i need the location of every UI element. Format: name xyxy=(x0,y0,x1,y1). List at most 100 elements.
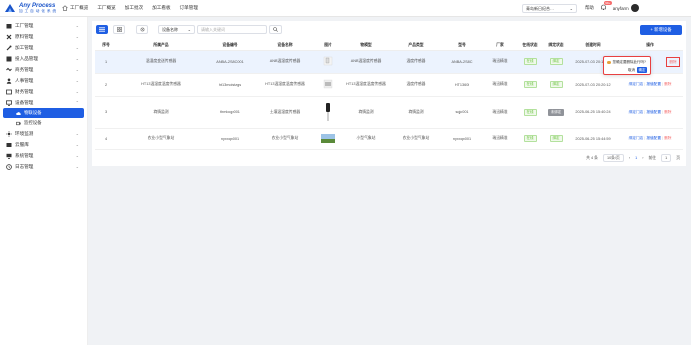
nav-orders[interactable]: 订单管理 xyxy=(180,5,198,11)
sidebar-item-material[interactable]: 原料管理 ⌄ xyxy=(0,31,87,42)
bind-store-link[interactable]: 绑定门店 xyxy=(629,136,644,140)
site-select[interactable]: 青岛新日纪合… ⌄ xyxy=(522,4,577,13)
cell-no: 2 xyxy=(95,73,117,97)
cell-actions: 绑定门店|报值配置|删除 xyxy=(617,73,683,97)
help-link[interactable]: 帮助 xyxy=(585,5,594,11)
list-view-button[interactable] xyxy=(96,25,108,34)
table-row[interactable]: 1 温湿度变送传感器 ANBA-2S8C001 ANB温湿度传感器 ANB温湿度… xyxy=(95,50,683,74)
cell-code: ANBA-2S8C001 xyxy=(205,50,255,74)
top-bar: Any Process 加 工 自 动 化 系 统 工厂概览 工厂概览 加工批次… xyxy=(0,0,691,17)
sidebar-item-label: 云服库 xyxy=(15,141,29,147)
sidebar-subitem-iot-devices[interactable]: 物联设备 xyxy=(3,108,84,118)
status-badge: 在线 xyxy=(523,58,537,65)
cell-ptype: 温度传感器 xyxy=(391,50,441,74)
cell-code: thmloqp001 xyxy=(205,96,255,129)
column-header: 图片 xyxy=(315,41,341,51)
column-header: 物模型 xyxy=(341,41,391,51)
column-header: 操作 xyxy=(617,41,683,51)
gear-icon xyxy=(140,27,144,32)
add-device-button[interactable]: + 新增设备 xyxy=(640,25,682,35)
page-size-select[interactable]: 10条/页 xyxy=(602,154,624,162)
status-badge: 在线 xyxy=(523,81,537,88)
delete-link[interactable]: 删除 xyxy=(669,60,676,65)
nav-factory-overview-home[interactable]: 工厂概览 xyxy=(62,5,88,11)
sidebar-item-business[interactable]: 商务管理 ⌄ xyxy=(0,64,87,75)
app-logo[interactable]: Any Process 加 工 自 动 化 系 统 xyxy=(4,2,57,14)
popover-message-text: 您确定要删除此行吗? xyxy=(612,60,646,64)
popover-ok-button[interactable]: 确定 xyxy=(637,67,647,73)
cell-time: 2025-07-03 20:20:12 xyxy=(569,73,617,97)
notifications[interactable]: 99+ xyxy=(600,1,612,12)
user-menu[interactable]: anyfarm xyxy=(613,4,639,12)
sidebar-item-environment[interactable]: 环境监测 ⌄ xyxy=(0,128,87,139)
sidebar-item-label: 财务管理 xyxy=(15,88,34,94)
delete-link[interactable]: 删除 xyxy=(664,110,671,114)
site-select-value: 青岛新日纪合… xyxy=(526,5,554,11)
cell-image xyxy=(315,73,341,97)
cell-actions: 绑定门店|报值配置|删除 xyxy=(617,96,683,129)
sidebar-item-label: 人事管理 xyxy=(15,77,34,83)
search-input[interactable]: 请输入关键词 xyxy=(197,25,267,34)
sidebar-item-system[interactable]: 系统管理 ⌄ xyxy=(0,150,87,161)
env-icon xyxy=(6,130,12,137)
sidebar-item-hr[interactable]: 人事管理 ⌄ xyxy=(0,75,87,86)
separator: | xyxy=(662,109,664,114)
sidebar-item-cloud[interactable]: 云服库 ⌄ xyxy=(0,139,87,150)
table-row[interactable]: 4 农业小型气象站 nyxxqx001 农业小型气象站 小型气象站 农业小型气象… xyxy=(95,128,683,150)
sidebar-item-devices[interactable]: 设备管理 ⌃ xyxy=(0,97,87,108)
cell-ptype: 农业小型气象站 xyxy=(391,128,441,150)
table-row[interactable]: 3 墒情监测 thmloqp001 土壤温湿度传感器 墒情监测 墒情监测 sqj… xyxy=(95,96,683,129)
sidebar-item-inputs[interactable]: 投入品管理 ⌄ xyxy=(0,53,87,64)
sidebar-item-label: 环境监测 xyxy=(15,130,34,136)
sidebar-item-processing[interactable]: 加工管理 ⌄ xyxy=(0,42,87,53)
popover-cancel-button[interactable]: 取消 xyxy=(628,68,635,73)
column-header: 设备名称 xyxy=(255,41,315,51)
delete-link-highlighted[interactable]: 删除 xyxy=(666,57,680,67)
cell-maker: 瑞迅精准 xyxy=(483,50,517,74)
nav-board[interactable]: 加工看板 xyxy=(152,5,170,11)
grid-view-button[interactable] xyxy=(113,25,125,34)
delete-link[interactable]: 删除 xyxy=(664,82,671,86)
cell-maker: 瑞迅精准 xyxy=(483,73,517,97)
goto-input[interactable]: 1 xyxy=(661,154,672,162)
next-page-button[interactable]: › xyxy=(642,156,643,160)
cell-model: ANB温湿度传感器 xyxy=(341,50,391,74)
top-nav: 工厂概览 工厂概览 加工批次 加工看板 订单管理 xyxy=(62,5,198,11)
cell-model: 墒情监测 xyxy=(341,96,391,129)
config-link[interactable]: 报值配置 xyxy=(646,136,661,140)
status-badge: 绑定 xyxy=(549,81,563,88)
cell-type: nyxxqx001 xyxy=(441,128,483,150)
search-field-select[interactable]: 设备名称 ⌄ xyxy=(158,25,195,34)
box-icon xyxy=(6,56,12,61)
nav-batches[interactable]: 加工批次 xyxy=(125,5,143,11)
prev-page-button[interactable]: ‹ xyxy=(629,156,630,160)
status-badge: 在线 xyxy=(523,108,537,116)
column-header: 所属产品 xyxy=(117,41,205,51)
nav-factory-overview[interactable]: 工厂概览 xyxy=(97,5,115,11)
cloud-icon xyxy=(6,142,12,147)
page-number[interactable]: 1 xyxy=(635,156,637,160)
column-header: 序号 xyxy=(95,41,117,51)
search-button[interactable] xyxy=(269,25,282,34)
sidebar-item-factory[interactable]: 工厂管理 ⌄ xyxy=(0,20,87,31)
bind-store-link[interactable]: 绑定门店 xyxy=(629,82,644,86)
cell-product: HT13温湿度温度传感器 xyxy=(117,73,205,97)
delete-link[interactable]: 删除 xyxy=(664,136,671,140)
wallet-icon xyxy=(6,89,12,94)
cell-product: 墒情监测 xyxy=(117,96,205,129)
sidebar-item-finance[interactable]: 财务管理 ⌄ xyxy=(0,86,87,97)
logo-icon xyxy=(5,4,15,12)
config-link[interactable]: 报值配置 xyxy=(646,110,661,114)
sidebar-item-logs[interactable]: 日志管理 ⌄ xyxy=(0,161,87,172)
cell-type: ANBA-2S8C xyxy=(441,50,483,74)
bell-icon xyxy=(600,4,606,10)
sidebar-subitem-monitor-devices[interactable]: 监控设备 xyxy=(0,118,87,128)
config-link[interactable]: 报值配置 xyxy=(646,82,661,86)
cell-product: 农业小型气象站 xyxy=(117,128,205,150)
separator: | xyxy=(662,136,664,140)
table-row[interactable]: 2 HT13温湿度温度传感器 ht13moistzgs HT13温湿度温度传感器… xyxy=(95,73,683,97)
search-icon xyxy=(273,27,278,32)
bind-store-link[interactable]: 绑定门店 xyxy=(629,110,644,114)
top-right: 帮助 99+ anyfarm xyxy=(585,1,639,12)
settings-button[interactable] xyxy=(136,25,148,34)
